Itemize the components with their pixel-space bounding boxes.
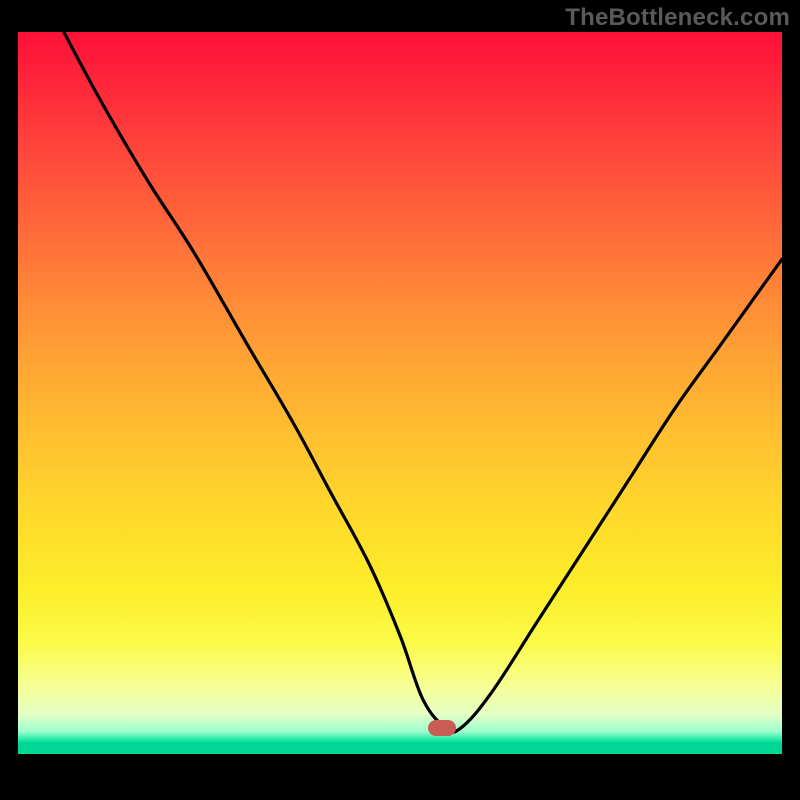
plot-area	[18, 32, 782, 782]
bottleneck-curve-path	[64, 32, 782, 732]
optimal-marker	[428, 720, 456, 736]
plot-outer	[18, 32, 782, 782]
chart-frame: TheBottleneck.com	[0, 0, 800, 800]
watermark-text: TheBottleneck.com	[565, 4, 790, 32]
bottleneck-curve-svg	[18, 32, 782, 782]
